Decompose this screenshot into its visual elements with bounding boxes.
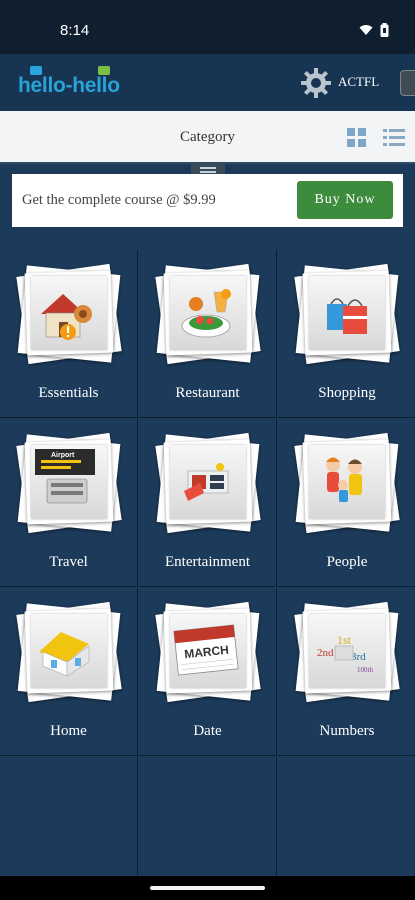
category-tile-shopping[interactable]: Shopping xyxy=(278,250,415,418)
category-tile-date[interactable]: MARCH Date xyxy=(139,588,277,756)
actfl-gear-icon xyxy=(301,68,331,98)
buy-now-button[interactable]: Buy Now xyxy=(297,181,393,219)
battery-icon xyxy=(380,23,389,37)
numbers-art-100th: 100th xyxy=(357,666,373,674)
category-label: Shopping xyxy=(318,385,376,401)
numbers-art-3rd: 3rd xyxy=(351,651,366,663)
category-tile-essentials[interactable]: Essentials xyxy=(0,250,138,418)
list-view-icon[interactable] xyxy=(383,128,405,148)
numbers-art-2nd: 2nd xyxy=(317,647,334,659)
grid-view-icon[interactable] xyxy=(347,128,367,148)
travel-art-text: Airport xyxy=(51,452,75,459)
category-label: Restaurant xyxy=(175,385,240,401)
category-tile-entertainment[interactable]: Entertainment xyxy=(139,419,277,587)
category-label: People xyxy=(326,554,368,570)
calendar-icon: MARCH xyxy=(173,624,239,676)
category-label: Travel xyxy=(49,554,88,570)
category-tile-restaurant[interactable]: Restaurant xyxy=(139,250,277,418)
category-grid: Essentials Restaurant Shopping Airport T… xyxy=(0,250,415,900)
status-time: 8:14 xyxy=(60,22,90,39)
travel-icon: Airport xyxy=(35,449,95,504)
actfl-label[interactable]: ACTFL xyxy=(338,74,379,90)
entertainment-icon xyxy=(184,463,229,501)
category-toolbar: Category xyxy=(0,111,415,164)
numbers-art-1st: 1st xyxy=(337,633,352,647)
system-navigation-bar xyxy=(0,876,415,900)
status-icons xyxy=(359,23,389,37)
promo-text: Get the complete course @ $9.99 xyxy=(22,192,216,208)
side-drawer-handle[interactable] xyxy=(400,70,415,96)
category-tile-numbers[interactable]: 2nd 1st 3rd 100th Numbers xyxy=(278,588,415,756)
category-tile-home[interactable]: Home xyxy=(0,588,138,756)
home-icon xyxy=(39,632,90,677)
category-label: Home xyxy=(50,723,87,739)
wifi-icon xyxy=(359,25,373,35)
logo-text-part2: hello xyxy=(72,74,120,97)
category-tile-people[interactable]: People xyxy=(278,419,415,587)
status-bar: 8:14 xyxy=(0,0,415,54)
restaurant-icon xyxy=(181,289,231,338)
app-header: hello-hello ACTFL xyxy=(0,54,415,111)
home-gesture-pill[interactable] xyxy=(150,886,265,890)
category-tile-travel[interactable]: Airport Travel xyxy=(0,419,138,587)
category-label: Essentials xyxy=(38,385,99,401)
promo-banner: Get the complete course @ $9.99 Buy Now xyxy=(12,174,403,227)
category-label: Entertainment xyxy=(165,554,250,570)
numbers-icon: 2nd 1st 3rd 100th xyxy=(317,633,373,674)
category-label: Numbers xyxy=(319,723,375,739)
logo-text-part1: hello xyxy=(18,74,66,97)
essentials-icon xyxy=(41,294,92,340)
people-icon xyxy=(326,457,362,502)
shopping-icon xyxy=(327,298,367,334)
category-label: Date xyxy=(193,723,222,739)
